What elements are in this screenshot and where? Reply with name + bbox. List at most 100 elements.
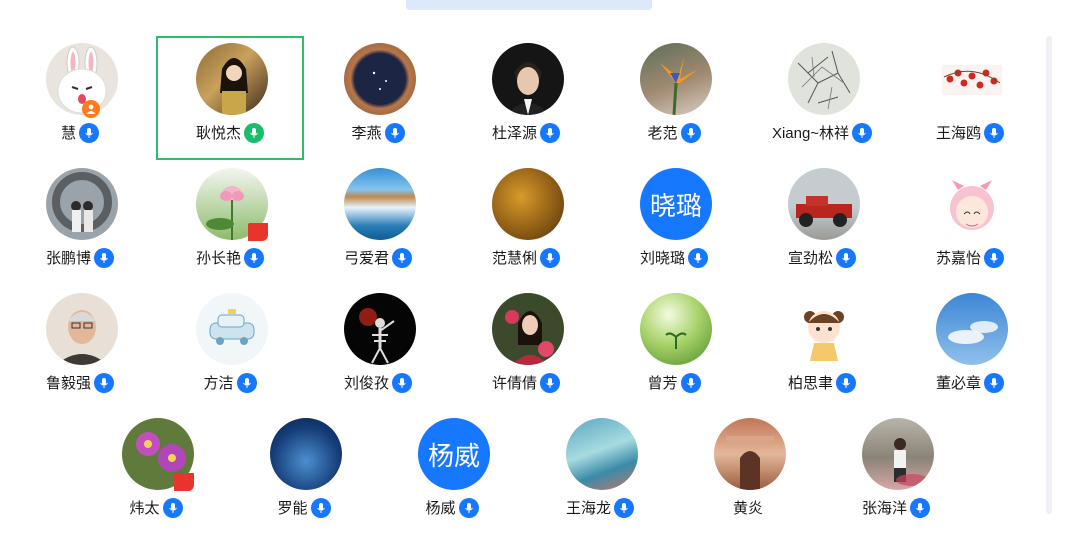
participant-tile[interactable]: 张海洋 [822,411,970,535]
participant-tile[interactable]: 杨威 杨威 [378,411,526,535]
microphone-icon[interactable] [680,122,701,143]
participant-name: 刘俊孜 [343,375,389,392]
grid-row: 张鹏博 孙长艳 弓爱君 范慧俐 晓璐 刘晓璐 宣劲松 苏嘉怡 [0,161,1040,286]
participant-tile[interactable]: 刘俊孜 [304,286,452,410]
participant-tile[interactable]: 董必章 [896,286,1044,410]
scrollbar[interactable] [1046,36,1052,514]
avatar: 晓璐 [640,168,712,240]
avatar [492,168,564,240]
avatar [196,43,268,115]
participant-name: Xiang~林祥 [771,125,850,142]
grid-row: 慧 耿悦杰 李燕 杜泽源 老范 Xiang~林祥 王海鸥 [0,36,1040,161]
participant-name: 杜泽源 [491,125,537,142]
avatar [936,168,1008,240]
microphone-icon[interactable] [984,247,1004,268]
microphone-icon[interactable] [79,122,99,143]
avatar: 杨威 [418,418,490,490]
avatar [640,43,712,115]
participant-name: 弓爱君 [343,250,389,267]
participant-tile[interactable]: 王海龙 [526,411,674,535]
microphone-icon[interactable] [852,122,873,143]
microphone-icon[interactable] [836,247,856,268]
participant-tile[interactable]: 方洁 [156,286,304,410]
microphone-icon[interactable] [310,497,331,518]
avatar [344,168,416,240]
participant-name: 范慧俐 [491,250,537,267]
participant-tile[interactable]: 慧 [6,36,154,160]
microphone-icon[interactable] [384,122,405,143]
microphone-icon[interactable] [458,497,479,518]
participant-tile[interactable]: 许倩倩 [452,286,600,410]
participant-name: 方洁 [203,375,234,392]
avatar [46,168,118,240]
participant-tile[interactable]: 宣劲松 [748,161,896,285]
participant-name: 柏思聿 [787,375,833,392]
participant-tile[interactable]: 黄炎 [674,411,822,535]
microphone-icon[interactable] [688,247,708,268]
participant-name: 李燕 [351,125,382,142]
microphone-icon[interactable] [236,372,257,393]
microphone-icon[interactable] [540,372,560,393]
avatar [344,43,416,115]
participant-name: 王海龙 [565,500,611,517]
microphone-icon[interactable] [94,247,114,268]
grid-row: 炜太 罗能 杨威 杨威 王海龙 黄炎 张海洋 [0,411,1040,536]
avatar [936,293,1008,365]
participant-tile[interactable]: 曾芳 [600,286,748,410]
microphone-icon[interactable] [680,372,701,393]
participant-tile[interactable]: 李燕 [304,36,452,160]
avatar [788,168,860,240]
participant-tile[interactable]: 晓璐 刘晓璐 [600,161,748,285]
microphone-active-icon[interactable] [244,122,264,143]
participant-name: 王海鸥 [935,125,981,142]
participant-tile[interactable]: 苏嘉怡 [896,161,1044,285]
participant-tile[interactable]: 弓爱君 [304,161,452,285]
avatar [46,293,118,365]
participant-name: 张海洋 [861,500,907,517]
avatar [566,418,638,490]
participant-grid: 慧 耿悦杰 李燕 杜泽源 老范 Xiang~林祥 王海鸥 张鹏博 孙长艳 弓爱君… [0,0,1040,539]
participant-tile[interactable]: 张鹏博 [6,161,154,285]
flag-badge-icon [248,223,268,241]
participant-tile[interactable]: 罗能 [230,411,378,535]
participant-name: 许倩倩 [491,375,537,392]
participant-tile[interactable]: 老范 [600,36,748,160]
microphone-icon[interactable] [392,247,412,268]
participant-name: 炜太 [129,500,160,517]
microphone-icon[interactable] [984,122,1004,143]
participant-name: 张鹏博 [45,250,91,267]
participant-tile[interactable]: Xiang~林祥 [748,36,896,160]
microphone-icon[interactable] [984,372,1004,393]
participant-name: 黄炎 [732,500,763,517]
participant-tile[interactable]: 炜太 [82,411,230,535]
participant-tile[interactable]: 范慧俐 [452,161,600,285]
participant-tile[interactable]: 杜泽源 [452,36,600,160]
avatar [640,293,712,365]
microphone-icon[interactable] [614,497,634,518]
avatar [936,43,1008,115]
participant-tile[interactable]: 鲁毅强 [6,286,154,410]
participant-name: 杨威 [425,500,456,517]
participant-name: 曾芳 [647,375,678,392]
participant-name: 董必章 [935,375,981,392]
avatar [196,293,268,365]
participant-tile[interactable]: 耿悦杰 [156,36,304,160]
microphone-icon[interactable] [540,247,560,268]
participant-tile[interactable]: 王海鸥 [896,36,1044,160]
avatar [492,293,564,365]
microphone-icon[interactable] [392,372,412,393]
participant-name: 苏嘉怡 [935,250,981,267]
participant-name: 老范 [647,125,678,142]
microphone-icon[interactable] [836,372,856,393]
host-icon [82,100,100,118]
microphone-icon[interactable] [244,247,264,268]
participant-name: 罗能 [277,500,308,517]
avatar [344,293,416,365]
participant-tile[interactable]: 孙长艳 [156,161,304,285]
avatar [492,43,564,115]
microphone-icon[interactable] [162,497,183,518]
participant-tile[interactable]: 柏思聿 [748,286,896,410]
microphone-icon[interactable] [94,372,114,393]
microphone-icon[interactable] [910,497,930,518]
microphone-icon[interactable] [540,122,560,143]
